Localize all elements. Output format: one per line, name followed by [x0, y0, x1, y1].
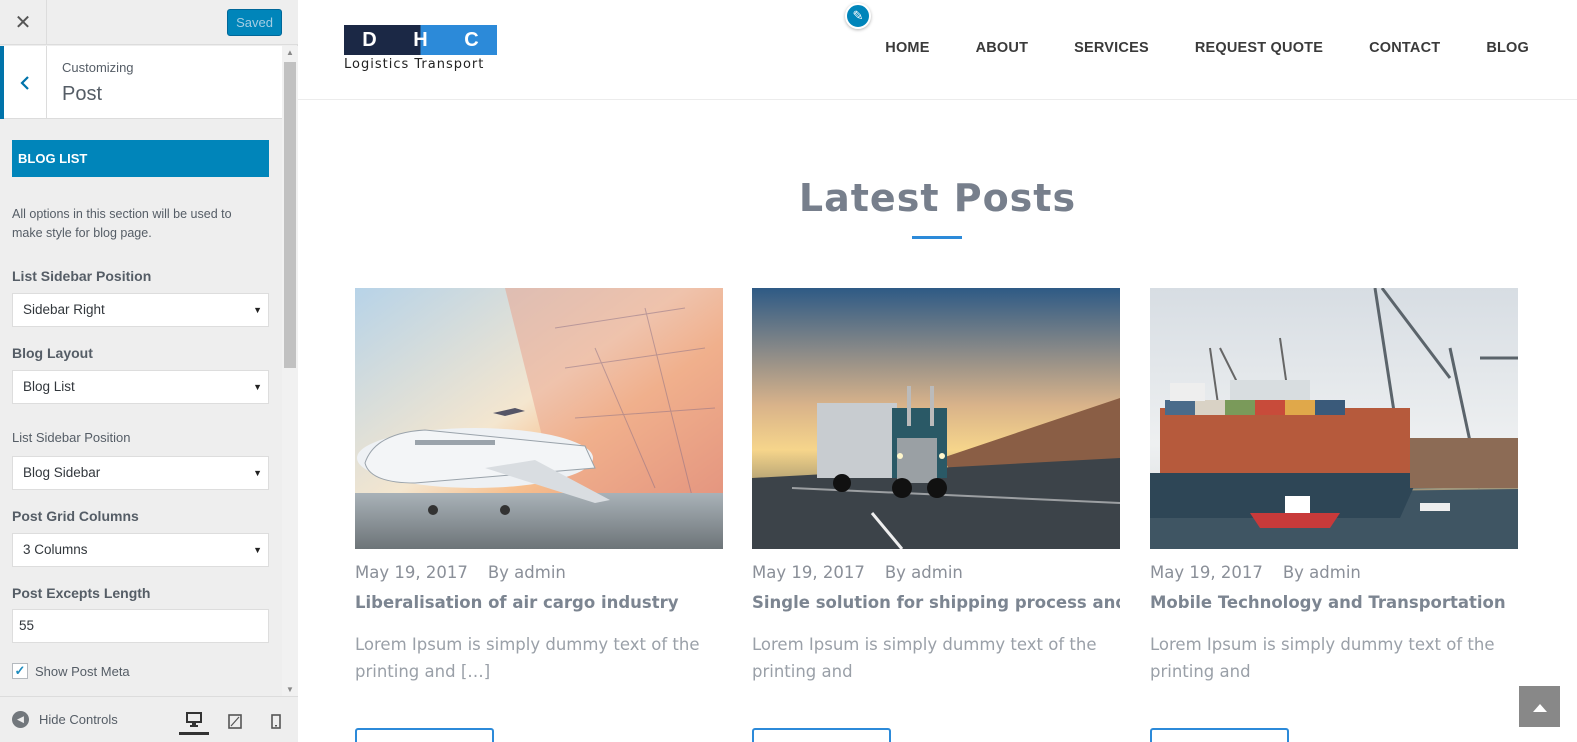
panel-title: Post	[62, 83, 103, 105]
list-sidebar-position-select[interactable]: Sidebar Right ▼	[12, 293, 269, 327]
field-label: List Sidebar Position	[12, 430, 131, 445]
show-post-meta-checkbox[interactable]: ✓ Show Post Meta	[12, 663, 130, 679]
post-date: May 19, 2017	[1150, 563, 1263, 582]
close-icon[interactable]: ✕	[0, 0, 47, 45]
post-excerpt: Lorem Ipsum is simply dummy text of the …	[1150, 635, 1495, 681]
post-date: May 19, 2017	[355, 563, 468, 582]
blog-list-section-title: BLOG LIST	[12, 140, 269, 177]
back-to-top-button[interactable]	[1519, 686, 1560, 727]
scrollbar-thumb[interactable]	[284, 62, 296, 368]
mobile-preview-button[interactable]	[261, 707, 291, 735]
latest-posts-heading: Latest Posts	[798, 176, 1077, 220]
checkmark-icon[interactable]: ✓	[12, 663, 28, 679]
saved-button[interactable]: Saved	[227, 9, 282, 36]
airplane-cargo-image[interactable]	[355, 288, 723, 549]
blog-sidebar-select[interactable]: Blog Sidebar ▼	[12, 456, 269, 490]
scroll-down-arrow-icon[interactable]: ▼	[286, 685, 294, 694]
post-excerpt: Lorem Ipsum is simply dummy text of the …	[752, 635, 1097, 681]
read-more-button[interactable]	[752, 728, 891, 742]
post-grid-columns-select[interactable]: 3 Columns ▼	[12, 533, 269, 567]
post-author[interactable]: By admin	[1283, 563, 1361, 582]
logo-letter: C	[446, 25, 497, 55]
post-excerpt-length-input[interactable]: 55	[12, 609, 269, 643]
dropdown-arrow-icon: ▼	[253, 382, 262, 392]
site-preview: D H C Logistics Transport ✎ HOME ABOUT S…	[298, 0, 1577, 742]
field-label: Post Excepts Length	[12, 585, 151, 601]
customizer-footer: ◀ Hide Controls	[0, 696, 298, 742]
logo-tagline: Logistics Transport	[344, 57, 485, 72]
desktop-icon	[186, 712, 202, 727]
tablet-preview-button[interactable]	[220, 707, 250, 735]
hide-controls-button[interactable]: ◀ Hide Controls	[12, 711, 118, 728]
select-value: Sidebar Right	[23, 302, 105, 317]
checkbox-label: Show Post Meta	[35, 663, 130, 679]
back-button[interactable]	[0, 46, 47, 119]
nav-services[interactable]: SERVICES	[1074, 40, 1149, 56]
post-title[interactable]: Single solution for shipping process and	[752, 593, 1120, 612]
nav-about[interactable]: ABOUT	[976, 40, 1029, 56]
scrollbar[interactable]: ▲ ▼	[282, 46, 298, 696]
dropdown-arrow-icon: ▼	[253, 545, 262, 555]
site-logo[interactable]: D H C Logistics Transport	[344, 25, 497, 72]
post-author[interactable]: By admin	[885, 563, 963, 582]
customizer-controls: Customizing Post BLOG LIST All options i…	[0, 46, 282, 696]
nav-contact[interactable]: CONTACT	[1369, 40, 1440, 56]
read-more-button[interactable]	[355, 728, 494, 742]
dropdown-arrow-icon: ▼	[253, 468, 262, 478]
scroll-up-arrow-icon[interactable]: ▲	[286, 48, 294, 57]
post-title[interactable]: Mobile Technology and Transportation	[1150, 593, 1518, 612]
nav-request-quote[interactable]: REQUEST QUOTE	[1195, 40, 1323, 56]
post-date: May 19, 2017	[752, 563, 865, 582]
select-value: Blog Sidebar	[23, 465, 101, 480]
field-label: Blog Layout	[12, 345, 93, 361]
nav-home[interactable]: HOME	[885, 40, 929, 56]
mobile-icon	[271, 713, 281, 729]
arrow-up-icon	[1532, 703, 1547, 712]
blog-layout-select[interactable]: Blog List ▼	[12, 370, 269, 404]
post-card: May 19, 2017 By admin Single solution fo…	[752, 288, 1120, 742]
container-ship-port-image[interactable]	[1150, 288, 1518, 549]
section-header: Customizing Post	[0, 46, 282, 119]
chevron-left-icon	[20, 75, 29, 90]
post-author[interactable]: By admin	[488, 563, 566, 582]
truck-sunset-image[interactable]	[752, 288, 1120, 549]
post-excerpt: Lorem Ipsum is simply dummy text of the …	[355, 635, 700, 681]
post-card: May 19, 2017 By admin Liberalisation of …	[355, 288, 723, 742]
nav-blog[interactable]: BLOG	[1486, 40, 1529, 56]
section-description: All options in this section will be used…	[12, 207, 232, 240]
logo-mark: D H C	[344, 25, 497, 55]
post-card: May 19, 2017 By admin Mobile Technology …	[1150, 288, 1518, 742]
field-label: List Sidebar Position	[12, 268, 152, 284]
site-header: D H C Logistics Transport ✎ HOME ABOUT S…	[298, 0, 1577, 100]
breadcrumb: Customizing	[62, 60, 134, 75]
select-value: Blog List	[23, 379, 75, 394]
main-navigation: HOME ABOUT SERVICES REQUEST QUOTE CONTAC…	[885, 40, 1529, 56]
post-meta: May 19, 2017 By admin	[752, 563, 1120, 582]
customizer-header-bar: ✕ Saved	[0, 0, 298, 45]
logo-letter: H	[395, 25, 446, 55]
customizer-panel: ✕ Saved Customizing Post BLOG LIST All o…	[0, 0, 298, 742]
title-underline	[912, 236, 962, 239]
field-label: Post Grid Columns	[12, 508, 139, 524]
select-value: 3 Columns	[23, 542, 88, 557]
dropdown-arrow-icon: ▼	[253, 305, 262, 315]
post-title[interactable]: Liberalisation of air cargo industry	[355, 593, 723, 612]
hide-controls-label: Hide Controls	[39, 712, 118, 727]
logo-letter: D	[344, 25, 395, 55]
edit-shortcut-pencil-icon[interactable]: ✎	[845, 3, 871, 29]
post-meta: May 19, 2017 By admin	[1150, 563, 1518, 582]
collapse-arrow-icon: ◀	[12, 711, 29, 728]
read-more-button[interactable]	[1150, 728, 1289, 742]
post-meta: May 19, 2017 By admin	[355, 563, 723, 582]
desktop-preview-button[interactable]	[179, 707, 209, 735]
tablet-icon	[228, 713, 242, 729]
